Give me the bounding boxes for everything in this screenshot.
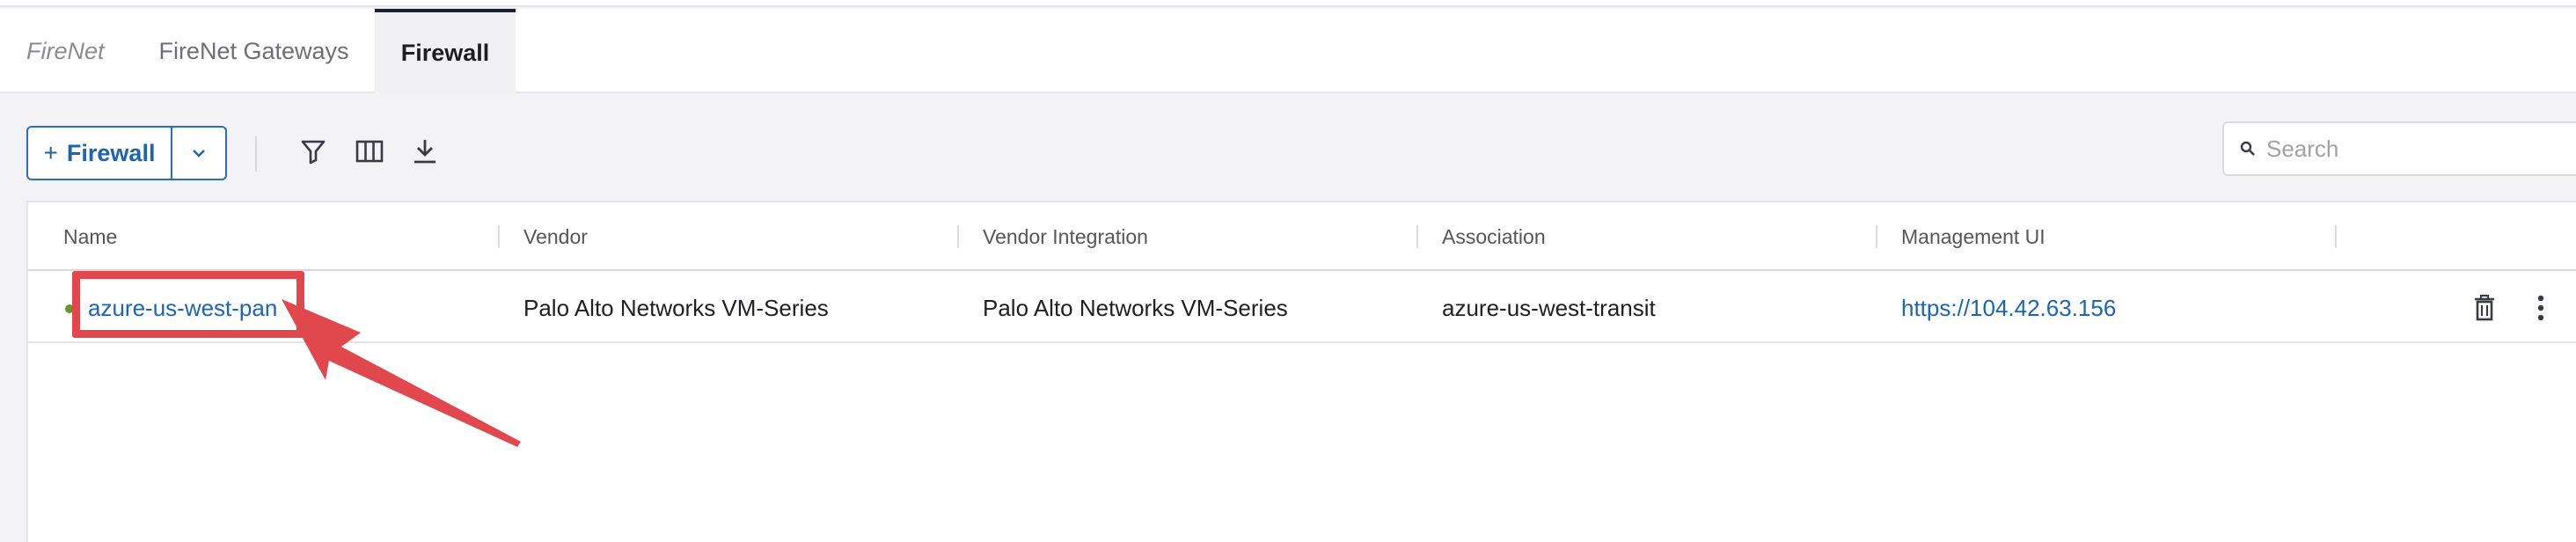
annotation-arrow-icon <box>282 299 521 447</box>
download-button[interactable] <box>407 134 443 169</box>
search-input[interactable] <box>2266 135 2576 163</box>
tab-firewall[interactable]: Firewall <box>375 9 516 93</box>
trash-icon <box>2475 294 2494 321</box>
column-resizer[interactable] <box>2335 225 2337 248</box>
column-header-association[interactable]: Association <box>1442 202 1546 271</box>
filter-icon <box>301 140 326 165</box>
tab-bar: FireNet FireNet Gateways Firewall <box>0 9 2576 93</box>
add-firewall-label: Firewall <box>66 139 156 166</box>
association-cell: azure-us-west-transit <box>1442 294 1656 321</box>
delete-button[interactable] <box>2467 290 2502 326</box>
breadcrumb-firenet[interactable]: FireNet <box>26 9 106 93</box>
chevron-down-icon <box>193 150 205 157</box>
column-resizer[interactable] <box>957 225 959 248</box>
add-firewall-button[interactable]: + Firewall <box>28 128 172 179</box>
vendor-cell: Palo Alto Networks VM-Series <box>523 294 829 321</box>
column-header-vendor-integration[interactable]: Vendor Integration <box>983 202 1148 271</box>
more-vertical-icon <box>2537 295 2544 321</box>
table-header: Name Vendor Vendor Integration Associati… <box>28 202 2576 271</box>
toolbar-divider <box>255 136 257 172</box>
tab-firenet-gateways[interactable]: FireNet Gateways <box>146 9 362 93</box>
top-border <box>0 0 2576 7</box>
add-options-dropdown[interactable] <box>172 128 225 179</box>
columns-icon <box>355 140 384 163</box>
filter-button[interactable] <box>296 134 331 169</box>
search-icon <box>2240 141 2255 156</box>
columns-button[interactable] <box>352 134 387 169</box>
row-actions-menu-button[interactable] <box>2523 290 2558 326</box>
column-resizer[interactable] <box>1876 225 1877 248</box>
add-firewall-button-group: + Firewall <box>26 126 227 180</box>
vendor-integration-cell: Palo Alto Networks VM-Series <box>983 294 1288 321</box>
download-icon <box>414 140 435 164</box>
management-ui-link[interactable]: https://104.42.63.156 <box>1901 273 2116 343</box>
column-header-name[interactable]: Name <box>63 202 117 271</box>
column-header-management-ui[interactable]: Management UI <box>1901 202 2045 271</box>
column-header-vendor[interactable]: Vendor <box>523 202 588 271</box>
column-resizer[interactable] <box>498 225 500 248</box>
search-box <box>2222 121 2576 176</box>
plus-icon: + <box>43 139 58 166</box>
column-resizer[interactable] <box>1416 225 1418 248</box>
